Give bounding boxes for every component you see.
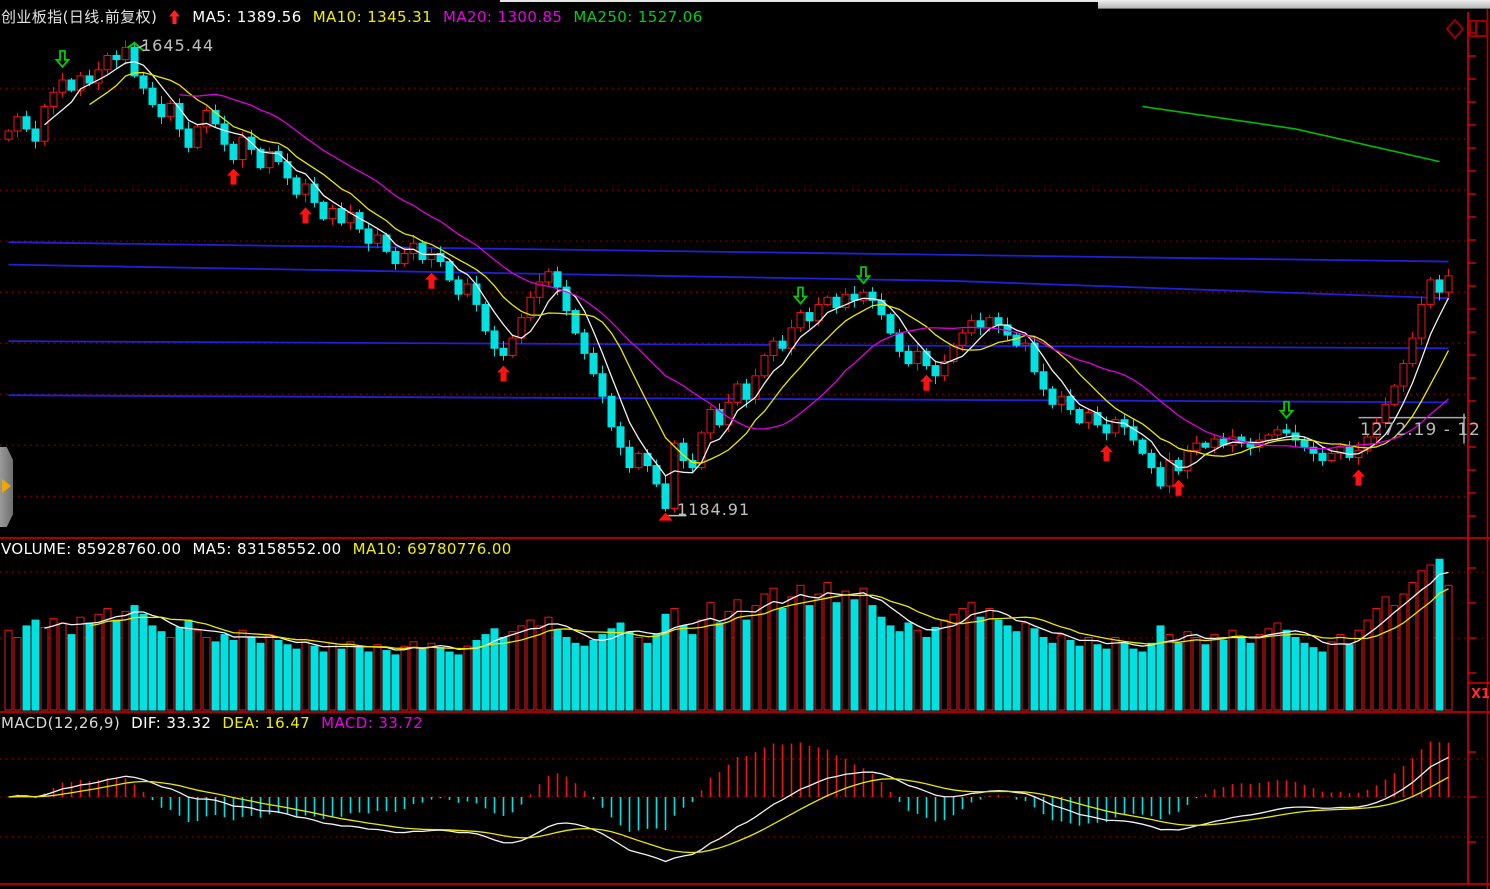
sell-signal-arrow bbox=[795, 288, 807, 304]
support-lines-layer bbox=[9, 242, 1449, 402]
ma-value-label: MA20: 1300.85 bbox=[443, 8, 562, 26]
volume-value-label: MA5: 83158552.00 bbox=[192, 540, 341, 558]
macd-header: MACD(12,26,9) DIF: 33.32 DEA: 16.47 MACD: 3… bbox=[1, 714, 423, 732]
buy-signal-arrow bbox=[1352, 470, 1365, 486]
diamond-icon[interactable] bbox=[1447, 20, 1463, 38]
ma-value-label: MA250: 1527.06 bbox=[573, 8, 702, 26]
price-level-label: 1272.19 - 12 bbox=[1360, 420, 1481, 440]
buy-signal-arrow bbox=[497, 366, 510, 382]
sell-signal-arrow bbox=[57, 51, 69, 67]
volume-bars-layer bbox=[5, 559, 1452, 710]
macd-value-label: MACD(12,26,9) bbox=[1, 714, 120, 732]
buy-signal-arrow bbox=[299, 207, 312, 223]
sell-signal-arrow bbox=[1281, 402, 1293, 418]
top-right-icons bbox=[1440, 16, 1490, 48]
buy-signal-arrow bbox=[1172, 480, 1185, 496]
macd-value-label: DEA: 16.47 bbox=[222, 714, 310, 732]
flyout-expand-arrow-icon[interactable] bbox=[2, 479, 11, 493]
window-top-edge bbox=[500, 0, 1098, 2]
macd-value-label: MACD: 33.72 bbox=[321, 714, 423, 732]
trend-up-arrow-icon bbox=[168, 9, 181, 25]
period-low-label: 1184.91 bbox=[677, 500, 750, 519]
buy-signal-arrow bbox=[425, 273, 438, 289]
window-title-strip bbox=[1098, 0, 1490, 9]
macd-bars-layer bbox=[9, 742, 1449, 832]
sell-signal-arrow bbox=[858, 267, 870, 283]
instrument-title: 创业板指(日线.前复权) bbox=[1, 6, 157, 27]
price-chart-canvas[interactable] bbox=[0, 0, 1490, 889]
volume-header: VOLUME: 85928760.00 MA5: 83158552.00 MA10:… bbox=[1, 540, 512, 558]
ma250-line-layer bbox=[1143, 107, 1440, 162]
volume-value-label: VOLUME: 85928760.00 bbox=[1, 540, 181, 558]
extreme-markers-layer bbox=[128, 43, 687, 521]
indicator-window-x1-label[interactable]: X1 bbox=[1471, 687, 1490, 702]
volume-values-group: VOLUME: 85928760.00 MA5: 83158552.00 MA10:… bbox=[1, 540, 512, 558]
volume-value-label: MA10: 69780776.00 bbox=[353, 540, 512, 558]
trading-terminal-window: 创业板指(日线.前复权) MA5: 1389.56MA10: 1345.31MA… bbox=[0, 0, 1490, 889]
macd-values-group: MACD(12,26,9) DIF: 33.32 DEA: 16.47 MACD: 3… bbox=[1, 714, 423, 732]
main-chart-header: 创业板指(日线.前复权) MA5: 1389.56MA10: 1345.31MA… bbox=[1, 6, 703, 27]
ma-value-label: MA10: 1345.31 bbox=[313, 8, 432, 26]
buy-signal-arrow bbox=[1100, 445, 1113, 461]
ma-value-label: MA5: 1389.56 bbox=[192, 8, 301, 26]
ma-values-group: MA5: 1389.56 MA10: 1345.31 MA20: 1300.85 MA… bbox=[192, 8, 702, 26]
split-window-icon[interactable] bbox=[1470, 21, 1487, 36]
period-high-label: 1645.44 bbox=[141, 36, 214, 55]
buy-signal-arrow bbox=[920, 375, 933, 391]
buy-signal-arrow bbox=[227, 169, 240, 185]
macd-value-label: DIF: 33.32 bbox=[131, 714, 211, 732]
